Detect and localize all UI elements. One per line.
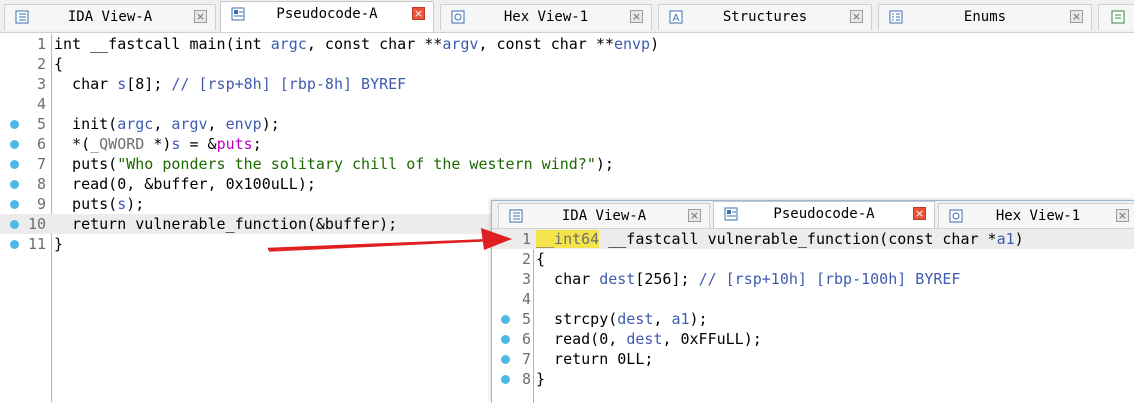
close-icon[interactable]: ×: [1070, 10, 1083, 23]
line-number: 5: [521, 310, 531, 328]
tab-label: Structures: [722, 9, 808, 25]
close-icon[interactable]: ×: [630, 10, 643, 23]
line-number: 7: [521, 350, 531, 368]
tab-label: IDA View-A: [561, 208, 647, 224]
code-text[interactable]: {: [536, 249, 545, 269]
line-number: 4: [36, 95, 46, 113]
overlay-code-view[interactable]: 1 __int64 __fastcall vulnerable_function(…: [492, 229, 1134, 389]
line-number: 6: [36, 135, 46, 153]
line-number: 11: [27, 235, 46, 253]
breakpoint-dot-icon[interactable]: [10, 220, 19, 229]
code-text[interactable]: }: [54, 234, 63, 254]
tab-ida-view-a[interactable]: IDA View-A ×: [498, 203, 710, 228]
breakpoint-dot-icon[interactable]: [501, 355, 510, 364]
close-icon[interactable]: ×: [1116, 209, 1129, 222]
code-line[interactable]: 6 *(_QWORD *)s = &puts;: [0, 134, 1134, 154]
code-line[interactable]: 5 strcpy(dest, a1);: [492, 309, 1134, 329]
tab-structures[interactable]: A Structures ×: [658, 4, 872, 30]
line-number: 7: [36, 155, 46, 173]
code-line[interactable]: 7 puts("Who ponders the solitary chill o…: [0, 154, 1134, 174]
line-number: 2: [36, 55, 46, 73]
line-number: 6: [521, 330, 531, 348]
line-number: 8: [521, 370, 531, 388]
breakpoint-dot-icon[interactable]: [10, 140, 19, 149]
code-line[interactable]: 2{: [492, 249, 1134, 269]
line-number: 2: [521, 250, 531, 268]
code-line[interactable]: 3 char s[8]; // [rsp+8h] [rbp-8h] BYREF: [0, 74, 1134, 94]
code-line[interactable]: 4: [492, 289, 1134, 309]
tab-pseudocode-a[interactable]: Pseudocode-A ×: [220, 1, 434, 32]
breakpoint-dot-icon[interactable]: [501, 335, 510, 344]
close-icon[interactable]: ×: [194, 10, 207, 23]
code-text[interactable]: strcpy(dest, a1);: [536, 309, 708, 329]
code-line[interactable]: 3 char dest[256]; // [rsp+10h] [rbp-100h…: [492, 269, 1134, 289]
code-line[interactable]: 8 read(0, &buffer, 0x100uLL);: [0, 174, 1134, 194]
code-text[interactable]: {: [54, 54, 63, 74]
code-text[interactable]: char s[8]; // [rsp+8h] [rbp-8h] BYREF: [54, 74, 406, 94]
breakpoint-dot-icon[interactable]: [10, 120, 19, 129]
code-line[interactable]: 6 read(0, dest, 0xFFuLL);: [492, 329, 1134, 349]
tab-hex-view-1[interactable]: Hex View-1 ×: [440, 4, 652, 30]
tab-label: Hex View-1: [503, 9, 589, 25]
close-icon[interactable]: ×: [412, 7, 425, 20]
line-number: 8: [36, 175, 46, 193]
tab-label: Pseudocode-A: [276, 6, 378, 22]
line-number: 3: [36, 75, 46, 93]
main-tab-bar: IDA View-A × Pseudocode-A × Hex View-1 ×…: [0, 0, 1134, 33]
code-text[interactable]: char dest[256]; // [rsp+10h] [rbp-100h] …: [536, 269, 960, 289]
code-text[interactable]: puts(s);: [54, 194, 144, 214]
code-text[interactable]: read(0, dest, 0xFFuLL);: [536, 329, 762, 349]
code-line[interactable]: 5 init(argc, argv, envp);: [0, 114, 1134, 134]
close-icon[interactable]: ×: [850, 10, 863, 23]
close-icon[interactable]: ×: [688, 209, 701, 222]
breakpoint-dot-icon[interactable]: [10, 180, 19, 189]
tab-label: Pseudocode-A: [773, 206, 875, 222]
code-text[interactable]: return vulnerable_function(&buffer);: [54, 214, 397, 234]
code-text[interactable]: return 0LL;: [536, 349, 653, 369]
code-text[interactable]: }: [536, 369, 545, 389]
tab-enums[interactable]: Enums ×: [878, 4, 1092, 30]
line-number: 5: [36, 115, 46, 133]
code-text[interactable]: __int64 __fastcall vulnerable_function(c…: [536, 229, 1024, 249]
tab-hex-view-1[interactable]: Hex View-1 ×: [938, 203, 1134, 228]
code-text[interactable]: init(argc, argv, envp);: [54, 114, 280, 134]
code-text[interactable]: read(0, &buffer, 0x100uLL);: [54, 174, 316, 194]
tab-label: IDA View-A: [67, 9, 153, 25]
code-text[interactable]: *(_QWORD *)s = &puts;: [54, 134, 262, 154]
tab-pseudocode-a[interactable]: Pseudocode-A ×: [713, 201, 935, 228]
breakpoint-dot-icon[interactable]: [10, 240, 19, 249]
code-line[interactable]: 8}: [492, 369, 1134, 389]
code-line[interactable]: 7 return 0LL;: [492, 349, 1134, 369]
imports-icon: [1111, 10, 1125, 24]
overlay-tab-bar: IDA View-A × Pseudocode-A × Hex View-1 ×: [492, 201, 1134, 229]
code-line[interactable]: 1 __int64 __fastcall vulnerable_function(…: [492, 229, 1134, 249]
tab-imports[interactable]: [1098, 4, 1134, 30]
vulnerable-function-window: IDA View-A × Pseudocode-A × Hex View-1 ×…: [491, 200, 1134, 403]
tab-label: Hex View-1: [995, 208, 1081, 224]
close-icon[interactable]: ×: [913, 207, 926, 220]
breakpoint-dot-icon[interactable]: [10, 200, 19, 209]
code-text[interactable]: puts("Who ponders the solitary chill of …: [54, 154, 614, 174]
code-line[interactable]: 2{: [0, 54, 1134, 74]
tab-ida-view-a[interactable]: IDA View-A ×: [4, 4, 216, 30]
breakpoint-dot-icon[interactable]: [501, 315, 510, 324]
line-number: 1: [36, 35, 46, 53]
line-number: 1: [521, 230, 531, 248]
line-number: 10: [27, 215, 46, 233]
code-line[interactable]: 4: [0, 94, 1134, 114]
line-number: 3: [521, 270, 531, 288]
code-line[interactable]: 1 int __fastcall main(int argc, const cha…: [0, 34, 1134, 54]
code-text[interactable]: int __fastcall main(int argc, const char…: [54, 34, 659, 54]
tab-label: Enums: [963, 9, 1007, 25]
line-number: 4: [521, 290, 531, 308]
breakpoint-dot-icon[interactable]: [501, 375, 510, 384]
line-number: 9: [36, 195, 46, 213]
breakpoint-dot-icon[interactable]: [10, 160, 19, 169]
